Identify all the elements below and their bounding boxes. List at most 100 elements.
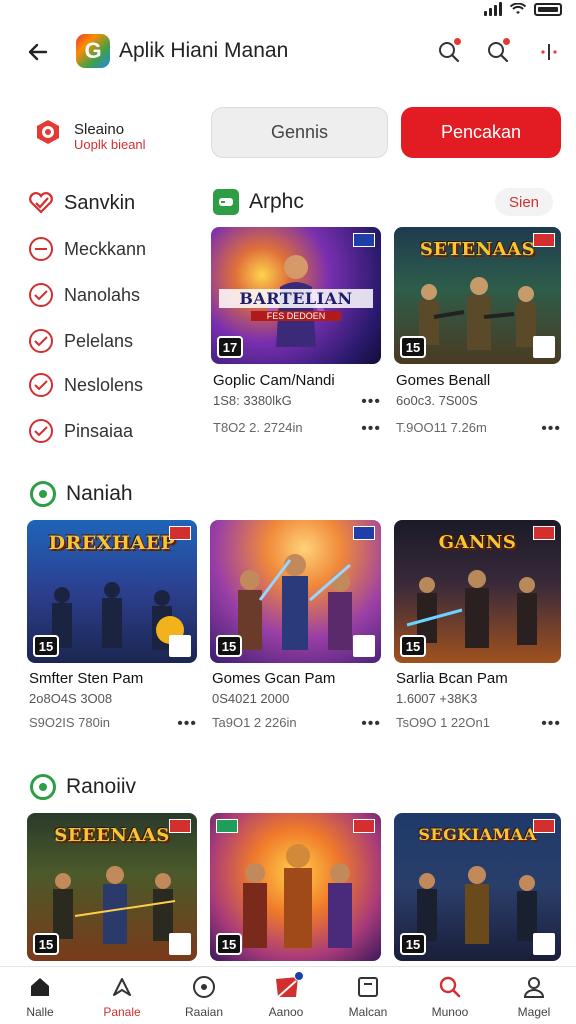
game-meta: 6o0c3. 7S00S [396,393,478,408]
check-circle-icon [29,329,53,353]
back-button[interactable] [22,36,54,68]
minus-circle-icon [29,237,53,261]
wifi-icon [510,3,526,14]
nav-item-raaian[interactable]: Raaian [164,975,244,1019]
game-meta-secondary: T.9OO11 7.26m [396,420,487,435]
search-circle-icon [192,975,216,999]
thumbnail-title: GANNS [438,532,517,553]
content-rating-icon [353,635,375,657]
notification-dot [454,38,461,45]
brand-name: Sleaino [74,121,125,138]
bottom-navigation: Nalle Panale Raaian Aanoo Malcan Munoo M… [0,966,576,1024]
nav-item-nalle[interactable]: Nalle [0,975,80,1019]
sidebar-item-pelelans[interactable]: Pelelans [28,328,133,354]
nav-label: Panale [103,1005,141,1019]
publisher-badge [216,819,238,833]
game-card[interactable]: 15 Gomes Gcan Pam 0S4021 2000 Ta9O1 2 22… [210,520,381,735]
game-meta: 1.6007 +38K3 [396,691,478,706]
brand-block: Sleaino Uoplk bieanl [34,114,204,158]
nav-item-aanoo[interactable]: Aanoo [246,971,326,1019]
nav-label: Raaian [184,1005,224,1019]
check-circle-icon [29,283,53,307]
sidebar-item-pinsaiaa[interactable]: Pinsaiaa [28,418,133,444]
sidebar-item-nanolahs[interactable]: Nanolahs [28,282,140,308]
game-name: Gomes Gcan Pam [212,670,336,687]
warriors-icon [238,554,352,650]
game-name: Goplic Cam/Nandi [213,372,335,389]
square-icon [356,975,380,999]
gamepad-icon [213,189,239,215]
game-card[interactable]: 15 [210,813,381,961]
more-options-icon[interactable]: ••• [361,393,381,411]
game-card[interactable]: GANNS 15 Sarlia Bcan Pam 1.6007 +38K3 Ts… [394,520,561,735]
more-menu-button[interactable] [533,36,565,68]
segment-tab-gennis[interactable]: Gennis [211,107,388,158]
nav-label: Magel [517,1005,551,1019]
home-icon [28,975,52,999]
game-card[interactable]: SEEENAAS 15 [27,813,197,961]
more-options-icon[interactable]: ••• [361,420,381,438]
game-meta-secondary: T8O2 2. 2724in [213,420,303,435]
signal-icon [484,2,502,16]
nav-item-magel[interactable]: Magel [494,975,574,1019]
bookmark-icon [110,975,134,999]
search-button[interactable] [433,36,465,68]
search-icon [438,975,462,999]
section-title: Naniah [66,482,133,505]
segment-tab-pencakan[interactable]: Pencakan [401,107,561,158]
content-rating-icon [169,933,191,955]
sidebar-item-label: Neslolens [64,374,144,395]
notification-dot [503,38,510,45]
game-thumbnail: BARTELIAN FES DEDOEN 17 [211,227,381,364]
section-title: Arphc [249,190,304,213]
game-thumbnail: 15 [210,813,381,961]
sidebar-heading-label: Sanvkin [64,191,136,214]
nav-label: Aanoo [268,1005,304,1019]
publisher-badge [533,819,555,833]
publisher-badge [353,819,375,833]
sidebar-item-label: Nanolahs [64,284,141,305]
publisher-badge [533,233,555,247]
more-options-icon[interactable]: ••• [541,715,561,733]
game-meta: 2o8O4S 3O08 [29,691,113,706]
see-all-button[interactable]: Sien [495,188,553,216]
game-thumbnail: SEGKIAMAA 15 [394,813,561,961]
news-icon [274,971,304,999]
more-options-icon[interactable]: ••• [541,420,561,438]
age-rating-badge: 15 [216,933,242,955]
nav-item-malcan[interactable]: Malcan [328,975,408,1019]
content-rating-icon [169,635,191,657]
status-bar [0,0,576,24]
age-rating-badge: 15 [400,635,426,657]
section-title: Ranoiiv [66,775,137,798]
game-card[interactable]: DREXHAEP 15 Smfter Sten Pam 2o8O4S 3O08 … [27,520,197,735]
brand-subtitle: Uoplk bieanl [74,137,146,152]
section-header-ranoiiv: Ranoiiv [30,774,136,800]
game-card[interactable]: SEGKIAMAA 15 [394,813,561,961]
controller-ring-icon [30,481,56,507]
sidebar-item-meckkann[interactable]: Meckkann [28,236,146,262]
game-name: Sarlia Bcan Pam [396,670,508,687]
check-circle-icon [29,373,53,397]
notification-badge [294,971,304,981]
search-alt-button[interactable] [482,36,514,68]
game-card[interactable]: SETENAAS 15 Gomes Benall 6o0c3. 7S00S T.… [394,227,561,437]
age-rating-badge: 15 [400,933,426,955]
sidebar-heading: Sanvkin [28,190,135,216]
nav-item-munoo[interactable]: Munoo [410,975,490,1019]
game-card[interactable]: BARTELIAN FES DEDOEN 17 Goplic Cam/Nandi… [211,227,381,437]
age-rating-badge: 15 [33,635,59,657]
game-thumbnail: GANNS 15 [394,520,561,663]
content-rating-icon [533,933,555,955]
more-options-icon[interactable]: ••• [361,715,381,733]
nav-item-panale[interactable]: Panale [82,975,162,1019]
sidebar-item-neslolens[interactable]: Neslolens [28,372,143,398]
game-meta-secondary: Ta9O1 2 226in [212,715,297,730]
game-thumbnail: SEEENAAS 15 [27,813,197,961]
age-rating-badge: 15 [400,336,426,358]
thumbnail-title: BARTELIAN [219,289,373,308]
sidebar-item-label: Meckkann [64,238,147,259]
section-header-arphc: Arphc [213,189,304,215]
app-logo: G [76,34,110,68]
more-options-icon[interactable]: ••• [177,715,197,733]
